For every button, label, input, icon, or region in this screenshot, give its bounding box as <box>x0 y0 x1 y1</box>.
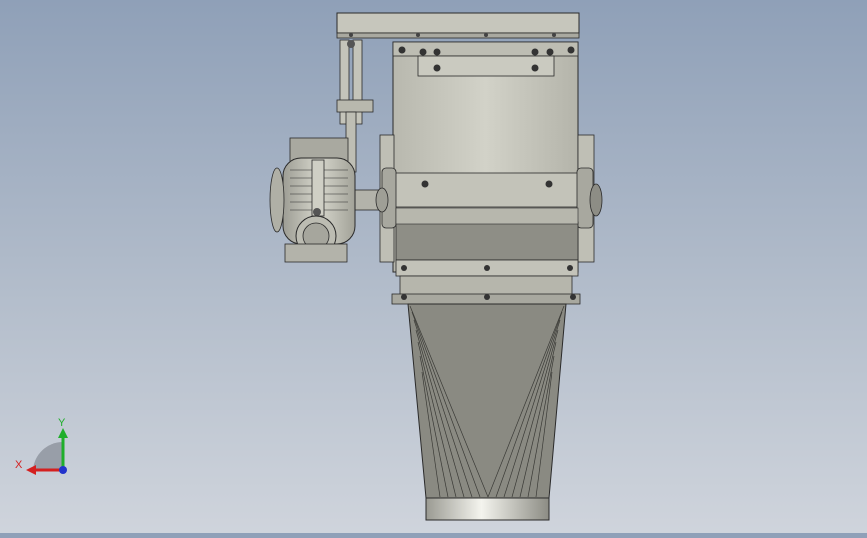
discharge-cone <box>407 303 567 521</box>
top-mounting-plate <box>336 12 580 39</box>
cad-model-view: Y X <box>15 12 603 521</box>
main-housing <box>379 41 603 273</box>
z-axis-dot <box>59 466 67 474</box>
gear-motor <box>269 137 356 263</box>
cad-viewport[interactable]: Y X <box>0 0 867 533</box>
drive-shaft <box>351 187 389 213</box>
axis-triad: Y X <box>15 417 68 475</box>
triad-plane <box>33 441 63 470</box>
x-axis-label: X <box>15 459 23 471</box>
y-axis-label: Y <box>58 417 66 429</box>
outlet-flange <box>391 259 581 305</box>
